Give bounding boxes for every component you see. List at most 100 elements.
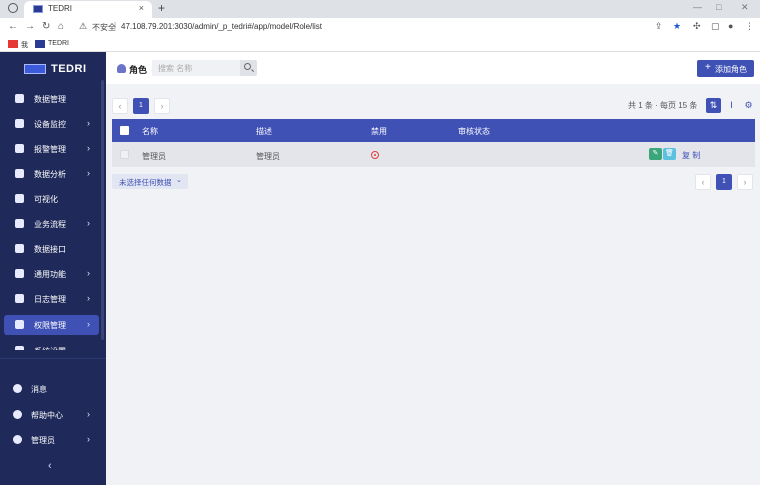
sidepanel-icon[interactable]: ▢ bbox=[711, 21, 720, 32]
sidebar-item-permission[interactable]: 权限管理 › bbox=[4, 315, 99, 335]
next-page-button[interactable]: › bbox=[154, 98, 170, 114]
share-icon[interactable]: ⇪ bbox=[655, 21, 663, 32]
chevron-right-icon: › bbox=[87, 409, 90, 419]
url-field[interactable]: ⚠ 不安全 | 47.108.79.201:3030/admin/_p_tedr… bbox=[76, 20, 646, 35]
page-1-button[interactable]: 1 bbox=[133, 98, 149, 114]
insecure-label[interactable]: 不安全 bbox=[92, 22, 116, 33]
bottom-page-1-button[interactable]: 1 bbox=[716, 174, 732, 190]
chevron-right-icon: › bbox=[87, 168, 90, 178]
topbar: 角色 + 添加角色 bbox=[106, 52, 760, 84]
column-header-disabled[interactable]: 禁用 bbox=[371, 126, 387, 137]
globe-icon[interactable] bbox=[8, 3, 18, 13]
tedri-logo-icon bbox=[24, 64, 46, 74]
search-box bbox=[152, 60, 257, 76]
collapse-sidebar-icon[interactable]: ‹ bbox=[48, 460, 52, 472]
sidebar-item-apps[interactable]: 通用功能 › bbox=[4, 264, 99, 284]
search-icon bbox=[244, 63, 251, 70]
sidebar-item-label: 数据管理 bbox=[34, 95, 66, 104]
warning-icon[interactable]: ⚠ bbox=[79, 21, 87, 32]
sidebar-item-visual[interactable]: 可视化 bbox=[4, 189, 99, 209]
column-header-audit[interactable]: 审核状态 bbox=[458, 126, 490, 137]
disabled-status-icon bbox=[371, 151, 379, 159]
bookmark-2[interactable]: TEDRI bbox=[48, 40, 69, 47]
sidebar-item-api[interactable]: 数据接口 bbox=[4, 239, 99, 259]
menu-dots-icon[interactable]: ⋮ bbox=[745, 21, 754, 32]
delete-button[interactable]: 🗑 bbox=[663, 148, 676, 160]
selection-label: 未选择任何数据 bbox=[119, 178, 172, 187]
sidebar-item-flow[interactable]: 业务流程 › bbox=[4, 214, 99, 234]
app: TEDRI 数据管理 设备监控 › 报警管理 › 数据分析 › 可视化 业务流程 › 数据接口 通用功… bbox=[0, 52, 760, 485]
extensions-icon[interactable]: ✣ bbox=[693, 21, 701, 32]
column-header-description[interactable]: 描述 bbox=[256, 126, 272, 137]
monitor-icon bbox=[15, 119, 24, 128]
tedri-site-icon[interactable] bbox=[35, 40, 45, 48]
user-icon bbox=[13, 435, 22, 444]
table-icon bbox=[15, 94, 24, 103]
help-icon bbox=[13, 410, 22, 419]
settings-icon[interactable]: ⚙ bbox=[741, 98, 756, 113]
prev-page-button[interactable]: ‹ bbox=[112, 98, 128, 114]
sort-icon[interactable]: ⇅ bbox=[706, 98, 721, 113]
forward-icon[interactable]: → bbox=[25, 21, 35, 32]
sidebar-item-chart[interactable]: 数据分析 › bbox=[4, 164, 99, 184]
chevron-right-icon: › bbox=[87, 434, 90, 444]
sidebar-item-label: 数据接口 bbox=[34, 245, 66, 254]
sidebar-item-monitor[interactable]: 设备监控 › bbox=[4, 114, 99, 134]
url-text[interactable]: 47.108.79.201:3030/admin/_p_tedri#/app/m… bbox=[121, 22, 322, 31]
sidebar-scrollbar[interactable] bbox=[101, 80, 104, 340]
sidebar-item-label: 日志管理 bbox=[34, 295, 66, 304]
sidebar-bottom-help[interactable]: 帮助中心 › bbox=[4, 405, 99, 425]
sidebar-item-log[interactable]: 日志管理 › bbox=[4, 289, 99, 309]
sidebar-item-label: 可视化 bbox=[34, 195, 58, 204]
sidebar-item-table[interactable]: 数据管理 bbox=[4, 89, 99, 109]
message-icon bbox=[13, 384, 22, 393]
sidebar-item-label: 设备监控 bbox=[34, 120, 66, 129]
pagination-summary: 共 1 条 · 每页 15 条 bbox=[628, 101, 698, 110]
bottom-next-page-button[interactable]: › bbox=[737, 174, 753, 190]
table-row[interactable]: 管理员 管理员 ✎ 🗑 复 制 bbox=[112, 142, 755, 167]
main-content: ‹ 1 › 共 1 条 · 每页 15 条 ⇅ Ⅰ ⚙ 名称 描述 禁用 审核状… bbox=[106, 84, 760, 485]
add-role-button[interactable]: + 添加角色 bbox=[697, 60, 754, 77]
plus-icon: + bbox=[705, 62, 711, 73]
star-icon[interactable]: ★ bbox=[673, 21, 681, 32]
selection-dropdown[interactable]: 未选择任何数据 ⌄ bbox=[112, 174, 188, 189]
sidebar-divider bbox=[0, 358, 106, 359]
browser-tab[interactable]: TEDRI × bbox=[24, 1, 152, 18]
chevron-right-icon: › bbox=[87, 143, 90, 153]
api-icon bbox=[15, 244, 24, 253]
chevron-right-icon: › bbox=[87, 268, 90, 278]
reload-icon[interactable]: ↻ bbox=[42, 21, 50, 32]
back-icon[interactable]: ← bbox=[8, 21, 18, 32]
bookmark-1[interactable]: 我 bbox=[21, 40, 28, 50]
tab-title: TEDRI bbox=[48, 4, 72, 13]
sidebar-bottom-message[interactable]: 消息 bbox=[4, 379, 99, 399]
new-tab-button[interactable]: + bbox=[158, 1, 165, 15]
minimize-icon[interactable]: — bbox=[693, 2, 702, 12]
sidebar-item-label: 权限管理 bbox=[34, 321, 66, 330]
sidebar-bottom-user[interactable]: 管理员 › bbox=[4, 430, 99, 450]
sidebar-item-label: 数据分析 bbox=[34, 170, 66, 179]
column-header-name[interactable]: 名称 bbox=[142, 126, 158, 137]
tab-close-button[interactable]: × bbox=[139, 3, 144, 13]
maximize-icon[interactable]: □ bbox=[716, 2, 721, 12]
red-site-icon[interactable] bbox=[8, 40, 18, 48]
chevron-right-icon: › bbox=[87, 293, 90, 303]
row-checkbox[interactable] bbox=[120, 150, 129, 159]
bottom-prev-page-button[interactable]: ‹ bbox=[695, 174, 711, 190]
copy-button[interactable]: 复 制 bbox=[682, 150, 700, 161]
select-all-checkbox[interactable] bbox=[120, 126, 129, 135]
close-window-icon[interactable]: ✕ bbox=[741, 2, 749, 13]
columns-icon[interactable]: Ⅰ bbox=[724, 98, 739, 113]
chevron-right-icon: › bbox=[87, 118, 90, 128]
edit-button[interactable]: ✎ bbox=[649, 148, 662, 160]
sidebar-item-settings[interactable]: 系统设置 bbox=[4, 341, 99, 350]
alarm-icon bbox=[15, 144, 24, 153]
brand-name: TEDRI bbox=[51, 63, 87, 75]
apps-icon bbox=[15, 269, 24, 278]
sidebar-item-alarm[interactable]: 报警管理 › bbox=[4, 139, 99, 159]
profile-icon[interactable]: ● bbox=[728, 21, 733, 31]
search-input[interactable] bbox=[152, 60, 240, 76]
home-icon[interactable]: ⌂ bbox=[58, 21, 64, 32]
search-button[interactable] bbox=[240, 60, 257, 76]
page-title: 角色 bbox=[129, 65, 148, 75]
